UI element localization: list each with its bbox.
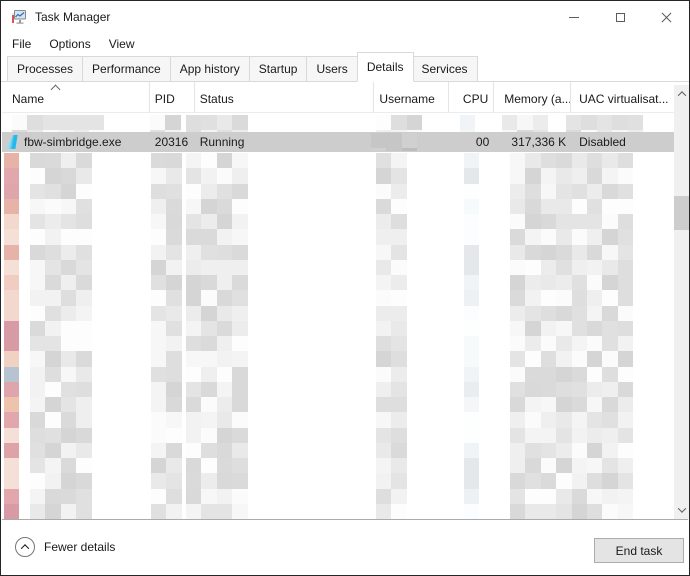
scroll-down-button[interactable] [674,501,690,518]
menu-options[interactable]: Options [40,33,99,54]
title-bar[interactable]: Task Manager [1,1,689,33]
footer-bar: Fewer details End task [2,519,688,574]
redacted-row1-username [376,115,428,132]
close-icon [661,12,672,23]
window-title: Task Manager [35,10,110,24]
task-manager-window: Task Manager File Options View Processes… [0,0,690,576]
minimize-icon [569,17,579,18]
column-header-username[interactable]: Username [374,82,449,113]
redacted-row1-cpu [460,115,486,132]
process-status-cell: Running [195,132,375,152]
vertical-scrollbar[interactable] [674,85,690,520]
close-button[interactable] [643,1,689,33]
redacted-row1-pid [150,115,184,132]
maximize-button[interactable] [597,1,643,33]
task-manager-icon [11,9,27,25]
chevron-up-icon [678,91,686,99]
tab-users[interactable]: Users [307,56,357,82]
redacted-row1-uac [566,115,646,132]
redacted-selected-username [371,133,429,151]
column-header-status[interactable]: Status [195,82,375,113]
tab-strip: Processes Performance App history Startu… [1,53,689,82]
maximize-icon [616,13,625,22]
redacted-name-column [30,153,105,519]
tab-performance[interactable]: Performance [83,56,171,82]
process-pid-cell: 20316 [150,132,195,152]
redacted-row1-status [186,115,254,132]
scroll-up-button[interactable] [674,85,690,102]
column-header-pid[interactable]: PID [150,82,195,113]
redacted-icons-column [4,153,30,519]
process-name: fbw-simbridge.exe [24,135,121,149]
column-header-memory[interactable]: Memory (a... [494,82,571,113]
tab-details[interactable]: Details [357,52,414,82]
column-header-name[interactable]: Name [2,82,150,113]
column-header-uac[interactable]: UAC virtualisat... [571,82,674,113]
redacted-username-column [376,153,422,519]
process-memory-cell: 317,336 K [494,132,571,152]
menu-view[interactable]: View [100,33,144,54]
tab-services[interactable]: Services [413,56,478,82]
tab-processes[interactable]: Processes [7,56,83,82]
end-task-button[interactable]: End task [594,538,684,563]
redacted-row1-memory [502,115,560,132]
minimize-button[interactable] [551,1,597,33]
details-list: Name PID Status Username CPU Memory (a..… [2,82,690,520]
menu-file[interactable]: File [3,33,40,54]
chevron-down-icon [678,504,686,512]
selected-process-row[interactable]: fbw-simbridge.exe 20316 Running 00 317,3… [2,132,674,152]
process-name-cell: fbw-simbridge.exe [2,132,150,152]
redacted-cpu-column [464,153,494,519]
redacted-memory-uac-column [510,153,634,519]
fewer-details-toggle[interactable]: Fewer details [15,537,115,557]
column-header-cpu[interactable]: CPU [449,82,494,113]
menu-bar: File Options View [2,33,688,54]
scrollbar-thumb[interactable] [674,196,690,230]
redacted-row1-name [12,115,107,132]
redacted-status-column [186,153,256,519]
fbw-simbridge-icon [5,135,19,149]
tab-startup[interactable]: Startup [250,56,308,82]
redacted-pid-column [151,153,184,519]
process-uac-cell: Disabled [571,132,674,152]
process-cpu-cell: 00 [449,132,494,152]
fewer-details-label: Fewer details [44,540,115,554]
tab-app-history[interactable]: App history [171,56,250,82]
collapse-circle-icon [15,537,35,557]
column-header-row: Name PID Status Username CPU Memory (a..… [2,82,674,113]
